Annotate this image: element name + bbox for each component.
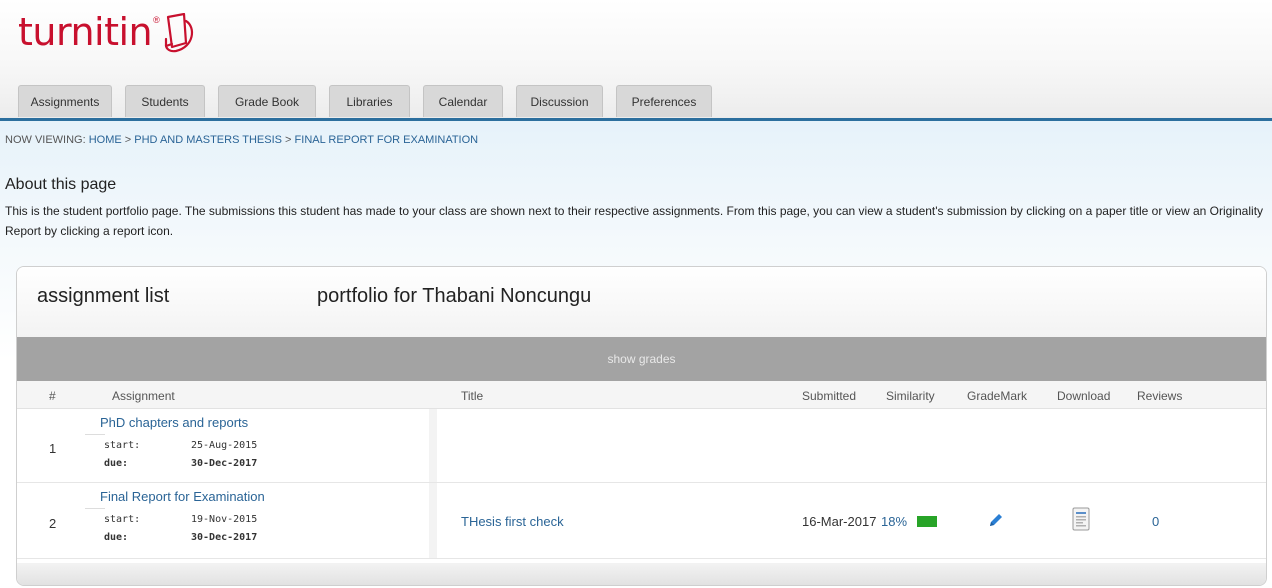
- breadcrumb-current[interactable]: FINAL REPORT FOR EXAMINATION: [295, 134, 479, 146]
- due-label: due:: [104, 457, 129, 469]
- breadcrumb-separator: >: [282, 134, 295, 146]
- table-row: 2 Final Report for Examination start: 19-…: [17, 483, 1266, 559]
- submitted-date: 16-Mar-2017: [802, 514, 877, 529]
- breadcrumb-separator: >: [121, 134, 135, 146]
- divider: [85, 508, 105, 509]
- logo-page-icon: [164, 13, 193, 53]
- table-row: 1 PhD chapters and reports start: 25-Aug-…: [17, 409, 1266, 483]
- panel-header: assignment list portfolio for Thabani No…: [17, 267, 1266, 337]
- paper-title-link[interactable]: THesis first check: [461, 514, 564, 529]
- col-title: Title: [461, 389, 484, 403]
- due-date: 30-Dec-2017: [191, 531, 258, 543]
- similarity-indicator[interactable]: [917, 516, 937, 527]
- tab-assignments[interactable]: Assignments: [18, 85, 112, 117]
- start-label: start:: [104, 439, 141, 451]
- portfolio-label: portfolio for Thabani Noncungu: [317, 285, 592, 307]
- tab-preferences[interactable]: Preferences: [616, 85, 712, 117]
- assignment-dates: start: 19-Nov-2015 due: 30-Dec-2017: [104, 510, 257, 546]
- due-label: due:: [104, 531, 129, 543]
- col-assignment: Assignment: [112, 389, 175, 403]
- tab-libraries[interactable]: Libraries: [329, 85, 410, 117]
- tab-grade-book[interactable]: Grade Book: [218, 85, 316, 117]
- about-text: This is the student portfolio page. The …: [5, 204, 1264, 238]
- divider: [85, 434, 105, 435]
- similarity-percent-link[interactable]: 18%: [881, 514, 907, 529]
- col-reviews: Reviews: [1137, 389, 1183, 403]
- portfolio-panel: assignment list portfolio for Thabani No…: [16, 266, 1267, 586]
- header: turnitin ® Assignments Students Grade Bo…: [0, 0, 1272, 121]
- pencil-icon[interactable]: [987, 511, 1005, 529]
- main-content: NOW VIEWING: HOME > PHD AND MASTERS THES…: [0, 121, 1272, 588]
- turnitin-logo[interactable]: turnitin ®: [18, 2, 196, 62]
- about-title: About this page: [5, 176, 117, 193]
- table-header: # Assignment Title Submitted Similarity …: [17, 381, 1266, 409]
- show-grades-button[interactable]: show grades: [17, 337, 1266, 381]
- assignment-link[interactable]: Final Report for Examination: [100, 489, 265, 504]
- main-tabs: Assignments Students Grade Book Librarie…: [18, 85, 712, 117]
- logo-registered-mark: ®: [153, 15, 160, 25]
- assignment-dates: start: 25-Aug-2015 due: 30-Dec-2017: [104, 436, 257, 472]
- tab-students[interactable]: Students: [125, 85, 205, 117]
- tab-discussion[interactable]: Discussion: [516, 85, 603, 117]
- panel-footer: [17, 563, 1266, 585]
- col-similarity: Similarity: [886, 389, 935, 403]
- assignment-link[interactable]: PhD chapters and reports: [100, 415, 248, 430]
- start-date: 19-Nov-2015: [191, 513, 258, 525]
- row-number: 2: [49, 516, 57, 531]
- document-icon[interactable]: [1072, 507, 1090, 531]
- row-number: 1: [49, 441, 57, 456]
- tab-calendar[interactable]: Calendar: [423, 85, 503, 117]
- logo-text: turnitin: [18, 10, 153, 54]
- col-submitted: Submitted: [802, 389, 857, 403]
- col-number: #: [49, 389, 56, 403]
- breadcrumb: NOW VIEWING: HOME > PHD AND MASTERS THES…: [5, 134, 478, 146]
- col-grademark: GradeMark: [967, 389, 1028, 403]
- breadcrumb-home-link[interactable]: HOME: [89, 134, 122, 146]
- col-download: Download: [1057, 389, 1111, 403]
- breadcrumb-class-link[interactable]: PHD AND MASTERS THESIS: [134, 134, 282, 146]
- assignment-list-label: assignment list: [37, 285, 170, 307]
- due-date: 30-Dec-2017: [191, 457, 258, 469]
- start-label: start:: [104, 513, 141, 525]
- start-date: 25-Aug-2015: [191, 439, 258, 451]
- breadcrumb-prefix: NOW VIEWING:: [5, 134, 89, 146]
- reviews-count-link[interactable]: 0: [1152, 514, 1159, 529]
